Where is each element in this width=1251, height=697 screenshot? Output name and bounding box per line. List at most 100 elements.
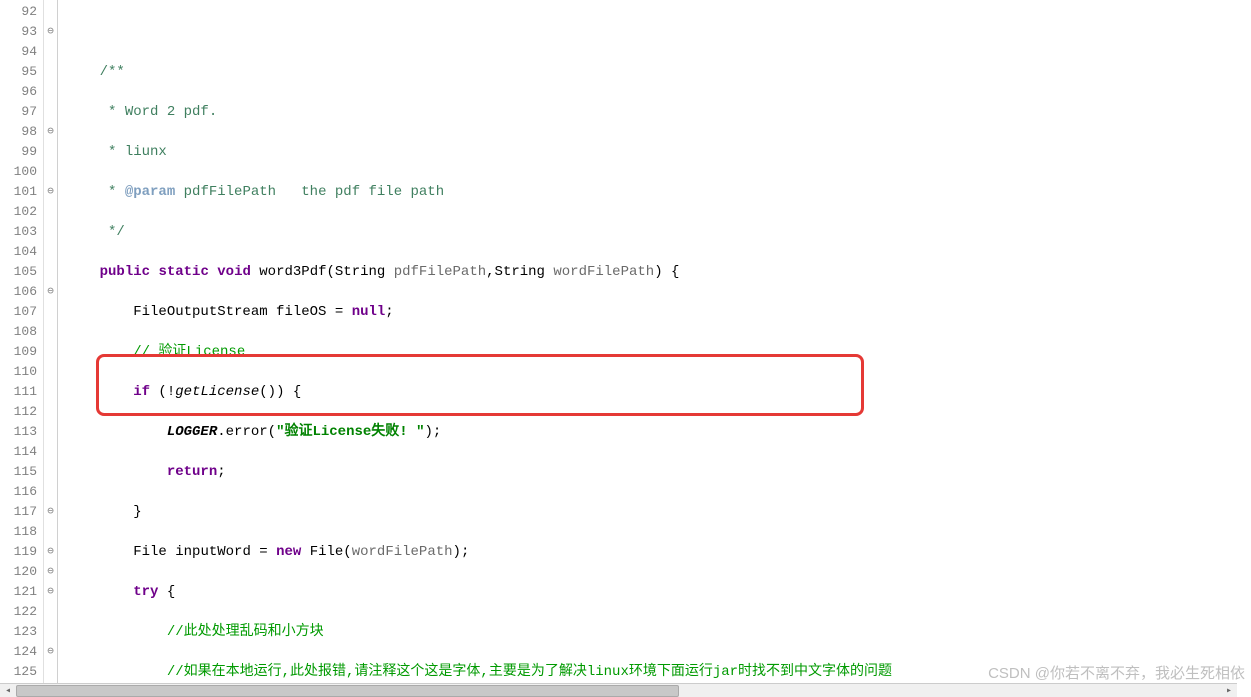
line-number[interactable]: 103: [0, 222, 37, 242]
brace-open: {: [158, 584, 175, 600]
code-area[interactable]: /** * Word 2 pdf. * liunx * @param pdfFi…: [58, 0, 1251, 697]
line-number[interactable]: 116: [0, 482, 37, 502]
line-number[interactable]: 102: [0, 202, 37, 222]
scrollbar-track[interactable]: [16, 685, 1221, 697]
line-number[interactable]: 104: [0, 242, 37, 262]
line-number[interactable]: 99: [0, 142, 37, 162]
fold-marker[interactable]: [44, 322, 57, 342]
assign: =: [251, 544, 276, 560]
fold-marker[interactable]: [44, 382, 57, 402]
code-line[interactable]: */: [66, 222, 1251, 242]
line-number[interactable]: 113: [0, 422, 37, 442]
code-line[interactable]: try {: [66, 582, 1251, 602]
code-line[interactable]: /**: [66, 62, 1251, 82]
line-number[interactable]: 114: [0, 442, 37, 462]
javadoc-line: * liunx: [100, 144, 167, 160]
scroll-left-icon[interactable]: ◂: [0, 685, 16, 697]
line-number[interactable]: 95: [0, 62, 37, 82]
code-line[interactable]: //如果在本地运行,此处报错,请注释这个这是字体,主要是为了解决linux环境下…: [66, 662, 1251, 682]
line-number[interactable]: 120: [0, 562, 37, 582]
fold-marker[interactable]: ⊖: [44, 582, 57, 602]
fold-marker[interactable]: [44, 142, 57, 162]
line-number[interactable]: 107: [0, 302, 37, 322]
fold-marker[interactable]: ⊖: [44, 22, 57, 42]
line-number[interactable]: 109: [0, 342, 37, 362]
fold-marker[interactable]: ⊖: [44, 542, 57, 562]
line-number[interactable]: 96: [0, 82, 37, 102]
line-number[interactable]: 94: [0, 42, 37, 62]
fold-marker[interactable]: [44, 462, 57, 482]
scrollbar-thumb[interactable]: [16, 685, 679, 697]
fold-marker[interactable]: [44, 42, 57, 62]
fold-marker[interactable]: ⊖: [44, 502, 57, 522]
code-line[interactable]: }: [66, 502, 1251, 522]
line-number-gutter[interactable]: 92 93 94 95 96 97 98 99 100 101 102 103 …: [0, 0, 44, 697]
line-number[interactable]: 108: [0, 322, 37, 342]
fold-marker[interactable]: [44, 362, 57, 382]
fold-marker[interactable]: [44, 342, 57, 362]
line-number[interactable]: 122: [0, 602, 37, 622]
line-number[interactable]: 123: [0, 622, 37, 642]
code-line[interactable]: if (!getLicense()) {: [66, 382, 1251, 402]
line-number[interactable]: 110: [0, 362, 37, 382]
line-number[interactable]: 92: [0, 2, 37, 22]
code-line[interactable]: * @param pdfFilePath the pdf file path: [66, 182, 1251, 202]
line-number[interactable]: 98: [0, 122, 37, 142]
line-number[interactable]: 117: [0, 502, 37, 522]
scroll-right-icon[interactable]: ▸: [1221, 685, 1237, 697]
call-getlicense: getLicense: [175, 384, 259, 400]
fold-marker[interactable]: [44, 622, 57, 642]
code-line[interactable]: //此处处理乱码和小方块: [66, 622, 1251, 642]
fold-marker[interactable]: [44, 82, 57, 102]
line-number[interactable]: 112: [0, 402, 37, 422]
fold-marker[interactable]: [44, 302, 57, 322]
fold-marker[interactable]: [44, 662, 57, 682]
code-line[interactable]: LOGGER.error("验证License失败! ");: [66, 422, 1251, 442]
fold-marker[interactable]: [44, 2, 57, 22]
fold-marker[interactable]: [44, 202, 57, 222]
code-line[interactable]: return;: [66, 462, 1251, 482]
ctor-close: );: [453, 544, 470, 560]
fold-marker[interactable]: [44, 522, 57, 542]
fold-marker[interactable]: [44, 102, 57, 122]
if-close: ()) {: [259, 384, 301, 400]
javadoc-param-name: pdfFilePath: [175, 184, 301, 200]
fold-marker[interactable]: [44, 242, 57, 262]
code-line[interactable]: * Word 2 pdf.: [66, 102, 1251, 122]
fold-marker[interactable]: [44, 62, 57, 82]
line-number[interactable]: 100: [0, 162, 37, 182]
code-line[interactable]: // 验证License: [66, 342, 1251, 362]
fold-marker[interactable]: ⊖: [44, 562, 57, 582]
fold-marker[interactable]: [44, 222, 57, 242]
line-number[interactable]: 101: [0, 182, 37, 202]
line-number[interactable]: 121: [0, 582, 37, 602]
line-number[interactable]: 105: [0, 262, 37, 282]
keyword-new: new: [276, 544, 301, 560]
fold-marker[interactable]: ⊖: [44, 122, 57, 142]
horizontal-scrollbar[interactable]: ◂ ▸: [0, 683, 1237, 697]
fold-marker[interactable]: ⊖: [44, 282, 57, 302]
line-number[interactable]: 97: [0, 102, 37, 122]
line-number[interactable]: 93: [0, 22, 37, 42]
line-number[interactable]: 118: [0, 522, 37, 542]
line-number[interactable]: 115: [0, 462, 37, 482]
line-number[interactable]: 124: [0, 642, 37, 662]
code-line[interactable]: File inputWord = new File(wordFilePath);: [66, 542, 1251, 562]
line-number[interactable]: 106: [0, 282, 37, 302]
fold-marker[interactable]: ⊖: [44, 182, 57, 202]
line-number[interactable]: 119: [0, 542, 37, 562]
code-line[interactable]: * liunx: [66, 142, 1251, 162]
fold-marker[interactable]: [44, 602, 57, 622]
line-number[interactable]: 125: [0, 662, 37, 682]
fold-marker[interactable]: [44, 162, 57, 182]
code-line[interactable]: FileOutputStream fileOS = null;: [66, 302, 1251, 322]
fold-marker[interactable]: [44, 442, 57, 462]
line-number[interactable]: 111: [0, 382, 37, 402]
fold-marker[interactable]: [44, 422, 57, 442]
fold-marker[interactable]: [44, 402, 57, 422]
code-line[interactable]: public static void word3Pdf(String pdfFi…: [66, 262, 1251, 282]
fold-marker[interactable]: [44, 482, 57, 502]
code-line[interactable]: [66, 22, 1251, 42]
fold-marker[interactable]: ⊖: [44, 642, 57, 662]
fold-marker[interactable]: [44, 262, 57, 282]
